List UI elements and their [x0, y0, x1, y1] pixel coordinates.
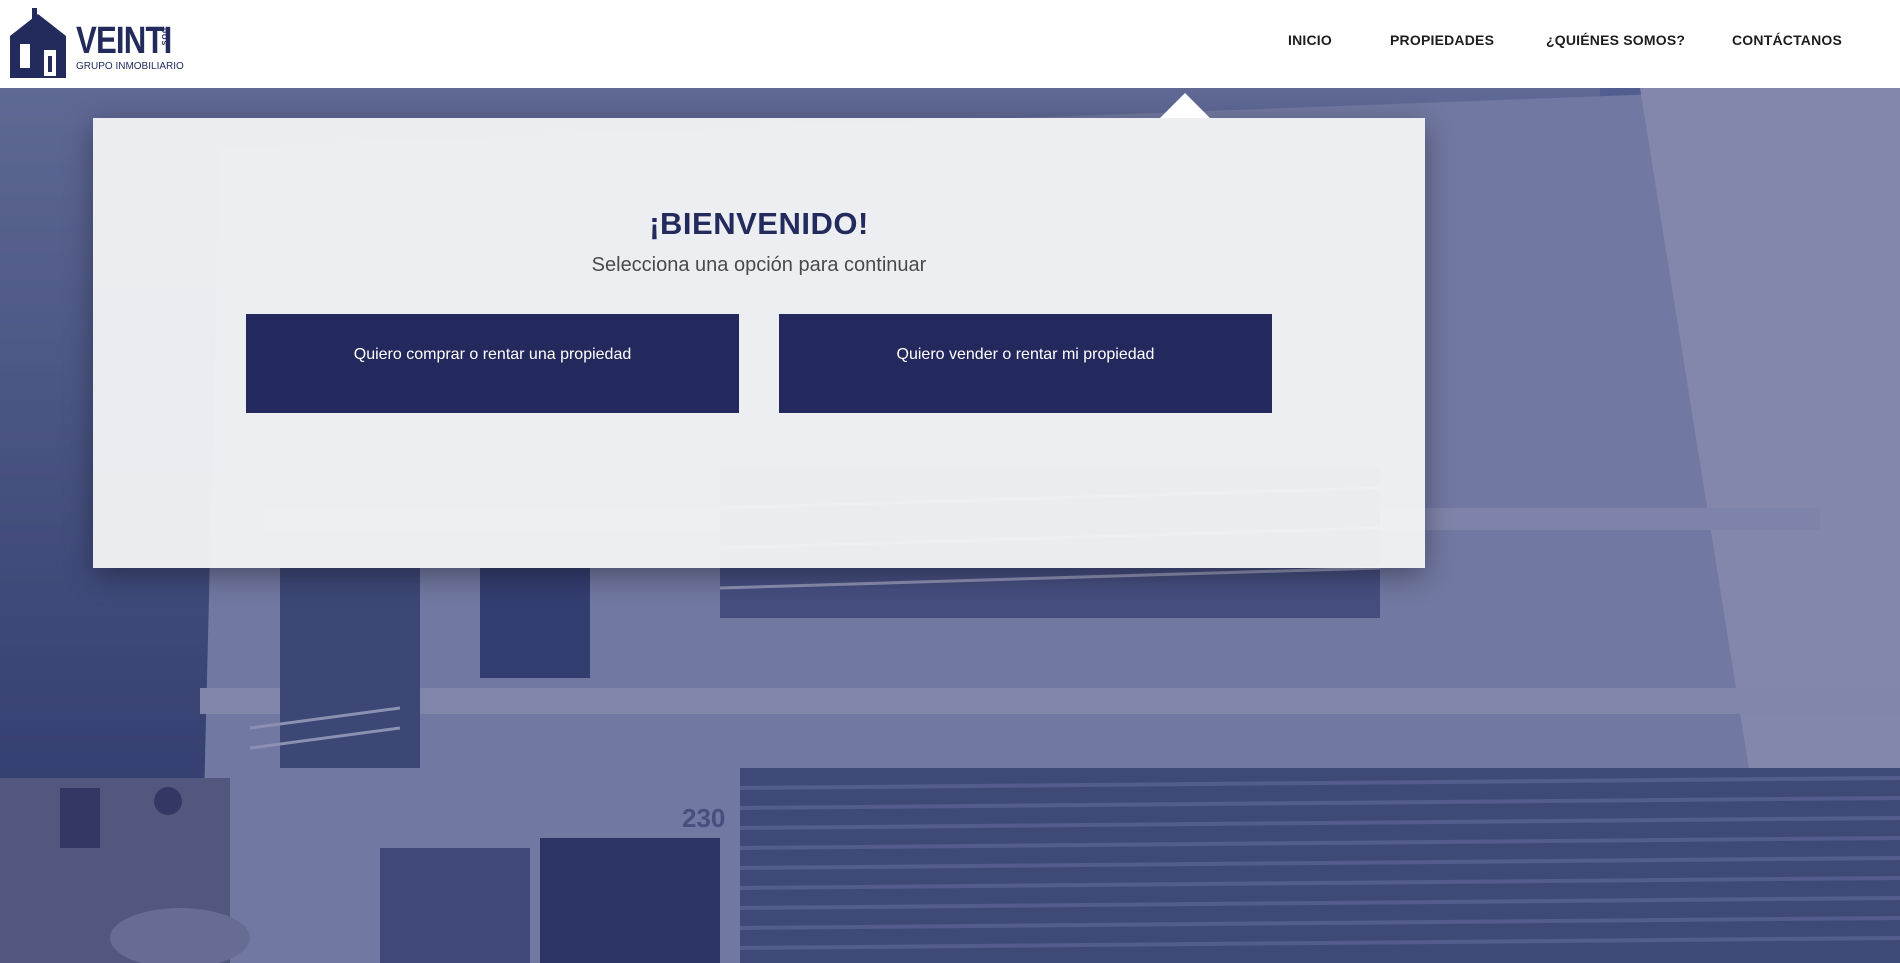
nav-pointer-arrow [1160, 93, 1210, 118]
brand-logo[interactable]: VEINTI DOS GRUPO INMOBILIARIO [8, 6, 184, 80]
welcome-card: ¡BIENVENIDO! Selecciona una opción para … [93, 118, 1425, 568]
brand-name: VEINTI [76, 20, 172, 62]
page-title: ¡BIENVENIDO! [649, 206, 869, 241]
house-logo-icon [10, 8, 66, 78]
sell-rent-button[interactable]: Quiero vender o rentar mi propiedad [779, 314, 1272, 413]
brand-tagline: GRUPO INMOBILIARIO [76, 61, 184, 72]
nav-contactanos[interactable]: CONTÁCTANOS [1732, 32, 1842, 48]
nav-inicio[interactable]: INICIO [1288, 32, 1332, 48]
buy-rent-button[interactable]: Quiero comprar o rentar una propiedad [246, 314, 739, 413]
brand-vertical-text: DOS [160, 28, 167, 47]
page-subtitle: Selecciona una opción para continuar [591, 254, 927, 276]
nav-propiedades[interactable]: PROPIEDADES [1390, 32, 1494, 48]
site-header: VEINTI DOS GRUPO INMOBILIARIO INICIO PRO… [0, 0, 1900, 88]
nav-quienes-somos[interactable]: ¿QUIÉNES SOMOS? [1546, 32, 1685, 48]
